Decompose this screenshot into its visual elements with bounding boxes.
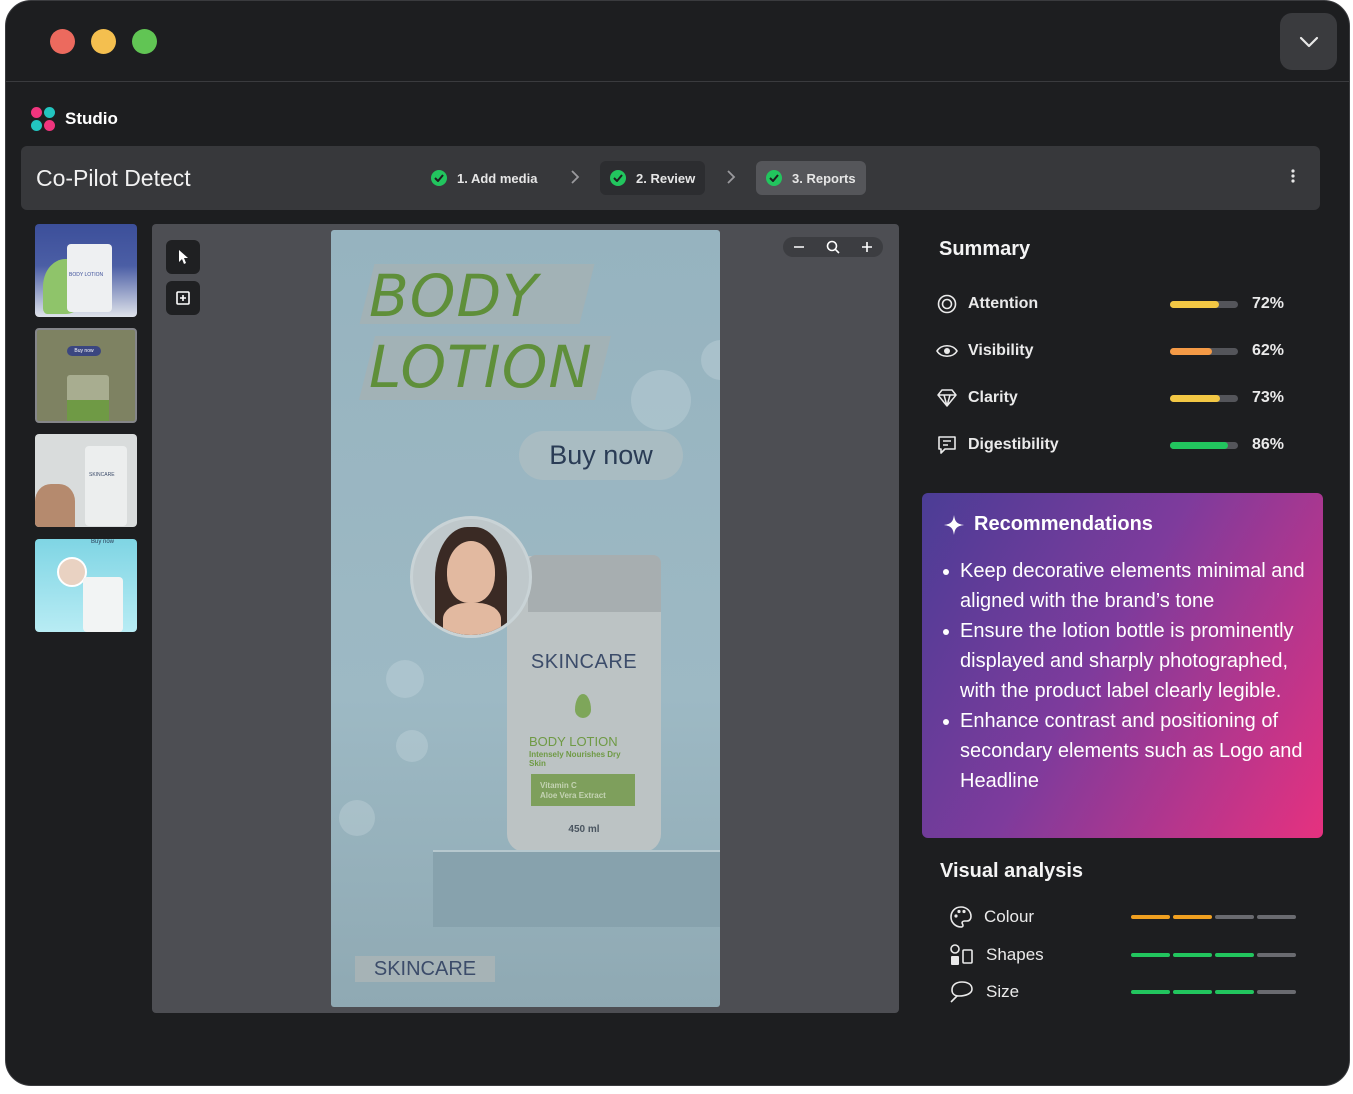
analysis-level-bar — [1131, 915, 1296, 919]
add-box-icon — [176, 291, 190, 305]
check-circle-icon — [766, 170, 782, 186]
brand-name: Studio — [65, 109, 118, 128]
metric-label: Visibility — [968, 342, 1034, 359]
bottle-brand: SKINCARE — [530, 651, 638, 673]
page-title: Co-Pilot Detect — [36, 165, 191, 191]
analysis-label: Size — [986, 982, 1020, 1001]
analysis-level-bar — [1131, 953, 1296, 957]
shapes-icon — [950, 944, 973, 965]
metric-bar — [1170, 347, 1238, 355]
zoom-controls — [783, 237, 883, 257]
metric-clarity: Clarity 73% — [936, 386, 1286, 410]
title-bar — [6, 1, 1349, 82]
metric-visibility: Visibility 62% — [936, 339, 1286, 363]
recommendation-item: Enhance contrast and positioning of seco… — [943, 706, 1312, 796]
select-tool-button[interactable] — [166, 240, 200, 274]
check-circle-icon — [610, 170, 626, 186]
maximize-window-button[interactable] — [132, 29, 157, 54]
minimize-window-button[interactable] — [91, 29, 116, 54]
leaf-drop-icon — [575, 694, 591, 718]
bottle-product-name: BODY LOTION — [529, 734, 618, 749]
analysis-level-bar — [1131, 990, 1296, 994]
target-icon — [936, 293, 958, 315]
step-label: 3. Reports — [792, 170, 856, 186]
bottle-ingredient: Vitamin C — [540, 781, 577, 790]
metric-label: Clarity — [968, 389, 1018, 406]
metric-label: Digestibility — [968, 436, 1059, 453]
add-note-button[interactable] — [166, 281, 200, 315]
recommendations-title: Recommendations — [974, 513, 1153, 535]
step-reports[interactable]: 3. Reports — [756, 161, 866, 195]
analysis-shapes: Shapes — [950, 942, 1300, 968]
analysis-size: Size — [950, 979, 1300, 1005]
studio-logo-icon — [31, 107, 55, 131]
recommendations-card: Recommendations Keep decorative elements… — [922, 493, 1323, 838]
metric-label: Attention — [968, 295, 1039, 312]
bottle-ingredient: Aloe Vera Extract — [540, 791, 606, 800]
thumbnail-item[interactable]: Buy now — [35, 539, 137, 632]
analysis-colour: Colour — [950, 904, 1300, 930]
collapse-button[interactable] — [1280, 13, 1337, 70]
product-pedestal — [433, 850, 720, 927]
diamond-icon — [936, 387, 958, 409]
ad-headline-line2: LOTION — [369, 333, 593, 401]
eye-icon — [936, 340, 958, 362]
app-window: Studio Co-Pilot Detect 1. Add media 2. R… — [5, 0, 1350, 1086]
zoom-out-icon[interactable] — [785, 237, 813, 257]
step-review[interactable]: 2. Review — [600, 161, 706, 195]
ad-cta-button: Buy now — [519, 431, 683, 480]
palette-icon — [950, 906, 972, 928]
page-header: Co-Pilot Detect 1. Add media 2. Review 3… — [21, 146, 1320, 210]
metric-attention: Attention 72% — [936, 292, 1286, 316]
metric-value: 73% — [1252, 389, 1285, 406]
preview-canvas[interactable]: BODY LOTION Buy now SKINCARE BODY LOTION… — [152, 224, 899, 1013]
chevron-right-icon — [571, 170, 580, 184]
search-icon[interactable] — [819, 237, 847, 257]
metric-bar — [1170, 394, 1238, 402]
thumbnail-caption: Buy now — [67, 346, 101, 356]
chevron-right-icon — [727, 170, 736, 184]
model-portrait — [410, 516, 532, 638]
thumbnail-caption: Buy now — [91, 539, 115, 545]
recommendations-header: Recommendations — [944, 513, 1153, 536]
metric-bar — [1170, 441, 1238, 449]
lasso-icon — [950, 981, 973, 1003]
metric-value: 62% — [1252, 342, 1285, 359]
summary-title: Summary — [939, 238, 1031, 260]
recommendation-item: Keep decorative elements minimal and ali… — [943, 556, 1312, 616]
metric-value: 72% — [1252, 295, 1285, 312]
recommendation-item: Ensure the lotion bottle is prominently … — [943, 616, 1312, 706]
step-add-media[interactable]: 1. Add media — [421, 161, 547, 195]
check-circle-icon — [431, 170, 447, 186]
sparkle-icon — [944, 514, 964, 535]
visual-analysis-title: Visual analysis — [940, 860, 1084, 882]
bottle-cap — [528, 555, 661, 612]
step-label: 1. Add media — [457, 170, 538, 186]
message-icon — [936, 434, 958, 456]
thumbnail-caption: SKINCARE — [89, 472, 115, 478]
bottle-label: Vitamin C Aloe Vera Extract — [531, 774, 635, 806]
brand[interactable]: Studio — [31, 107, 118, 131]
bottle-volume: 450 ml — [568, 824, 600, 835]
close-window-button[interactable] — [50, 29, 75, 54]
metric-digestibility: Digestibility 86% — [936, 433, 1286, 457]
ad-creative-preview[interactable]: BODY LOTION Buy now SKINCARE BODY LOTION… — [331, 230, 720, 1007]
thumbnail-item[interactable]: Buy now — [35, 328, 137, 423]
metric-bar — [1170, 300, 1238, 308]
bottle-tagline: Intensely Nourishes Dry Skin — [529, 750, 621, 768]
thumbnail-item[interactable]: SKINCARE — [35, 434, 137, 527]
thumbnail-caption: BODY LOTION — [69, 272, 104, 278]
thumbnail-item[interactable]: BODY LOTION — [35, 224, 137, 317]
ad-brand-logo: SKINCARE — [355, 956, 495, 982]
more-options-icon[interactable] — [1290, 168, 1296, 184]
cursor-arrow-icon — [179, 250, 188, 264]
ad-headline-line1: BODY — [369, 262, 539, 330]
analysis-label: Colour — [984, 907, 1035, 926]
metric-value: 86% — [1252, 436, 1285, 453]
chevron-down-icon — [1299, 36, 1318, 47]
step-label: 2. Review — [636, 170, 696, 186]
zoom-in-icon[interactable] — [853, 237, 881, 257]
recommendations-list: Keep decorative elements minimal and ali… — [943, 556, 1312, 796]
analysis-label: Shapes — [986, 945, 1044, 964]
